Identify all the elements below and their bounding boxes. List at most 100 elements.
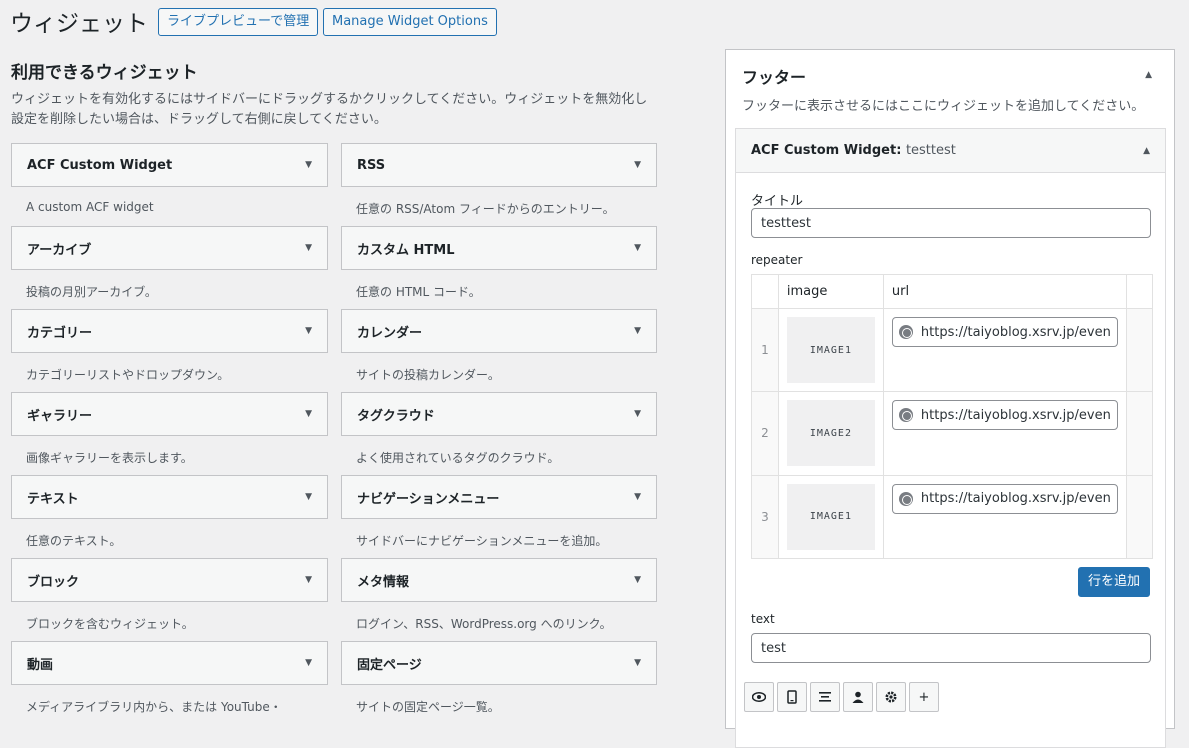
sidebar-title[interactable]: フッター bbox=[742, 64, 806, 88]
caret-down-icon[interactable]: ▼ bbox=[305, 658, 312, 668]
table-row: 3 IMAGE1 https://taiyoblog.xsrv.jp/even bbox=[751, 474, 1154, 560]
caret-down-icon[interactable]: ▼ bbox=[634, 326, 641, 336]
title-label: タイトル bbox=[751, 194, 804, 209]
widget-description: サイトの固定ページ一覧。 bbox=[356, 700, 500, 714]
widget-gallery[interactable]: ギャラリー ▼ bbox=[11, 392, 328, 436]
widget-description: サイドバーにナビゲーションメニューを追加。 bbox=[356, 534, 608, 548]
caret-down-icon[interactable]: ▼ bbox=[305, 492, 312, 502]
globe-icon bbox=[898, 408, 913, 423]
globe-icon bbox=[898, 325, 913, 339]
widget-custom-html[interactable]: カスタム HTML ▼ bbox=[341, 226, 657, 270]
widget-meta[interactable]: メタ情報 ▼ bbox=[341, 558, 657, 602]
widget-header[interactable]: ACF Custom Widget: testtest ▲ bbox=[736, 129, 1165, 173]
widget-description: メディアライブラリ内から、または YouTube・ bbox=[26, 700, 282, 714]
live-preview-button[interactable]: ライブプレビューで管理 bbox=[158, 8, 319, 36]
url-input[interactable]: https://taiyoblog.xsrv.jp/even bbox=[891, 317, 1118, 347]
widget-item: タグクラウド ▼ よく使用されているタグのクラウド。 bbox=[341, 392, 657, 475]
widget-acf-custom[interactable]: ACF Custom Widget ▼ bbox=[11, 143, 328, 187]
sidebar-description: フッターに表示させるにはここにウィジェットを追加してください。 bbox=[742, 99, 1145, 114]
url-input[interactable]: https://taiyoblog.xsrv.jp/even bbox=[891, 400, 1118, 431]
column-header-image: image bbox=[777, 274, 884, 309]
caret-down-icon[interactable]: ▼ bbox=[634, 160, 641, 170]
widget-title: ナビゲーションメニュー bbox=[357, 491, 500, 507]
title-input[interactable] bbox=[751, 208, 1151, 238]
widget-item: ACF Custom Widget ▼ A custom ACF widget bbox=[11, 143, 328, 226]
caret-down-icon[interactable]: ▼ bbox=[305, 326, 312, 336]
widget-title: RSS bbox=[357, 157, 386, 173]
caret-down-icon[interactable]: ▼ bbox=[634, 658, 641, 668]
caret-down-icon[interactable]: ▼ bbox=[305, 409, 312, 419]
widget-tag-cloud[interactable]: タグクラウド ▼ bbox=[341, 392, 657, 436]
image-thumbnail[interactable]: IMAGE2 bbox=[786, 400, 875, 467]
widget-item: カテゴリー ▼ カテゴリーリストやドロップダウン。 bbox=[11, 309, 328, 392]
text-input[interactable] bbox=[751, 633, 1151, 663]
widget-description: 任意の HTML コード。 bbox=[356, 285, 481, 299]
url-cell: https://taiyoblog.xsrv.jp/even bbox=[882, 391, 1127, 476]
available-widgets-description: ウィジェットを有効化するにはサイドバーにドラッグするかクリックしてください。ウィ… bbox=[11, 90, 661, 130]
widget-nav-menu[interactable]: ナビゲーションメニュー ▼ bbox=[341, 475, 657, 519]
caret-down-icon[interactable]: ▼ bbox=[634, 492, 641, 502]
widget-description: よく使用されているタグのクラウド。 bbox=[356, 451, 560, 465]
widget-item: ギャラリー ▼ 画像ギャラリーを表示します。 bbox=[11, 392, 328, 475]
widget-title: アーカイブ bbox=[27, 242, 92, 258]
widget-calendar[interactable]: カレンダー ▼ bbox=[341, 309, 657, 353]
image-thumbnail[interactable]: IMAGE1 bbox=[786, 483, 875, 550]
row-actions[interactable] bbox=[1125, 307, 1154, 393]
caret-up-icon[interactable]: ▲ bbox=[1145, 70, 1152, 80]
caret-up-icon[interactable]: ▲ bbox=[1143, 146, 1150, 156]
row-actions-header bbox=[1125, 274, 1154, 309]
widget-rss[interactable]: RSS ▼ bbox=[341, 143, 657, 187]
caret-down-icon[interactable]: ▼ bbox=[634, 575, 641, 585]
widget-title: テキスト bbox=[27, 491, 79, 507]
widget-description: ログイン、RSS、WordPress.org へのリンク。 bbox=[356, 617, 612, 631]
widget-header-title: ACF Custom Widget: testtest bbox=[751, 143, 956, 158]
row-number[interactable]: 1 bbox=[751, 307, 779, 393]
caret-down-icon[interactable]: ▼ bbox=[634, 243, 641, 253]
image-cell: IMAGE1 bbox=[777, 474, 884, 560]
row-number[interactable]: 2 bbox=[751, 391, 779, 476]
url-input[interactable]: https://taiyoblog.xsrv.jp/even bbox=[891, 483, 1118, 514]
column-header-url: url bbox=[882, 274, 1127, 309]
url-value: https://taiyoblog.xsrv.jp/even bbox=[920, 491, 1111, 507]
available-widgets-title: 利用できるウィジェット bbox=[11, 63, 198, 83]
widget-item: アーカイブ ▼ 投稿の月別アーカイブ。 bbox=[11, 226, 328, 309]
url-value: https://taiyoblog.xsrv.jp/even bbox=[920, 324, 1111, 340]
caret-down-icon[interactable]: ▼ bbox=[634, 409, 641, 419]
widget-categories[interactable]: カテゴリー ▼ bbox=[11, 309, 328, 353]
widget-instance-title: testtest bbox=[905, 143, 956, 158]
widget-item: テキスト ▼ 任意のテキスト。 bbox=[11, 475, 328, 558]
widget-title: タグクラウド bbox=[357, 408, 435, 424]
repeater-table: image url 1 IMAGE1 https://taiyoblog.xsr… bbox=[751, 274, 1154, 560]
widget-title: ブロック bbox=[27, 574, 80, 590]
add-row-button[interactable]: 行を追加 bbox=[1077, 567, 1150, 597]
widget-item: カレンダー ▼ サイトの投稿カレンダー。 bbox=[341, 309, 657, 392]
caret-down-icon[interactable]: ▼ bbox=[305, 243, 312, 253]
repeater-header-row: image url bbox=[751, 274, 1154, 309]
widget-video[interactable]: 動画 ▼ bbox=[11, 641, 328, 685]
row-actions[interactable] bbox=[1125, 474, 1154, 560]
page-title: ウィジェット bbox=[10, 11, 148, 37]
image-thumbnail[interactable]: IMAGE1 bbox=[786, 317, 875, 384]
available-widgets-description-line2: 設定を削除したい場合は、ドラッグして右側に戻してください。 bbox=[11, 112, 387, 127]
row-number[interactable]: 3 bbox=[751, 474, 779, 560]
caret-down-icon[interactable]: ▼ bbox=[305, 160, 312, 170]
widget-archives[interactable]: アーカイブ ▼ bbox=[11, 226, 328, 270]
row-actions[interactable] bbox=[1125, 391, 1154, 476]
widget-title: カテゴリー bbox=[27, 325, 93, 341]
available-widgets-list: ACF Custom Widget ▼ A custom ACF widget R… bbox=[11, 143, 657, 724]
url-cell: https://taiyoblog.xsrv.jp/even bbox=[882, 307, 1127, 393]
widget-description: 画像ギャラリーを表示します。 bbox=[26, 451, 193, 465]
widget-item: 固定ページ ▼ サイトの固定ページ一覧。 bbox=[341, 641, 657, 724]
url-value: https://taiyoblog.xsrv.jp/even bbox=[920, 407, 1111, 423]
widget-pages[interactable]: 固定ページ ▼ bbox=[341, 641, 657, 685]
globe-icon bbox=[898, 491, 913, 506]
widget-description: A custom ACF widget bbox=[26, 200, 154, 214]
manage-widget-options-button[interactable]: Manage Widget Options bbox=[323, 8, 497, 36]
widget-title: カスタム HTML bbox=[357, 242, 455, 258]
widget-block[interactable]: ブロック ▼ bbox=[11, 558, 328, 602]
image-cell: IMAGE1 bbox=[777, 307, 884, 393]
widget-text[interactable]: テキスト ▼ bbox=[11, 475, 328, 519]
widget-description: 任意の RSS/Atom フィードからのエントリー。 bbox=[356, 202, 615, 216]
image-cell: IMAGE2 bbox=[777, 391, 884, 476]
caret-down-icon[interactable]: ▼ bbox=[305, 575, 312, 585]
